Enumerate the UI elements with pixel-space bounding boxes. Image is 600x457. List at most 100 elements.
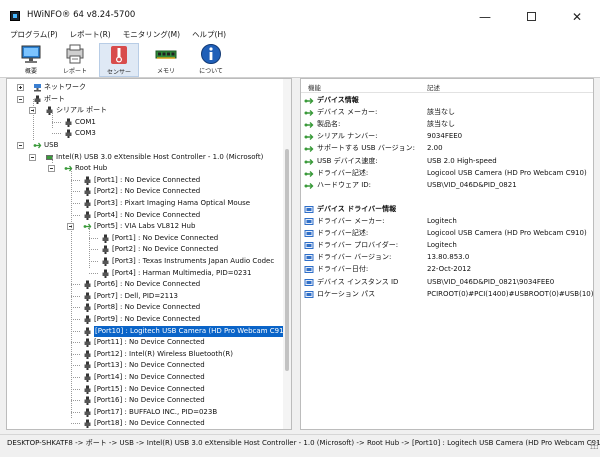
tree-item[interactable]: COM1: [7, 117, 285, 128]
tree-item[interactable]: USB: [7, 140, 285, 151]
panel-splitter[interactable]: [294, 78, 298, 430]
menu-monitoring[interactable]: モニタリング(M): [123, 29, 180, 40]
tree-item[interactable]: [Port2] : No Device Connected: [7, 244, 285, 255]
detail-row[interactable]: ドライバー記述: Logicool USB Camera (HD Pro Webc…: [301, 228, 593, 239]
tree-item[interactable]: [Port4] : Harman Multimedia, PID=0231: [7, 268, 285, 279]
tree-item[interactable]: [Port7] : Dell, PID=2113: [7, 291, 285, 302]
tree-item[interactable]: [Port11] : No Device Connected: [7, 337, 285, 348]
tree-item[interactable]: [Port1] : No Device Connected: [7, 175, 285, 186]
tree-item[interactable]: [Port1] : No Device Connected: [7, 233, 285, 244]
tree-item[interactable]: ポート: [7, 94, 285, 105]
port-icon: [101, 234, 110, 243]
tree-item[interactable]: [Port6] : No Device Connected: [7, 279, 285, 290]
tree-item[interactable]: [Port15] : No Device Connected: [7, 384, 285, 395]
toolbar-summary-button[interactable]: 概要: [11, 43, 51, 77]
tree-item-label: [Port1] : No Device Connected: [94, 175, 201, 184]
detail-label: ドライバー記述:: [317, 229, 369, 238]
detail-row[interactable]: デバイス インスタンス ID USB\VID_046D&PID_0821\9034…: [301, 277, 593, 288]
tree-item[interactable]: [Port8] : No Device Connected: [7, 302, 285, 313]
detail-section-header[interactable]: デバイス ドライバー情報: [301, 204, 593, 215]
detail-label: ドライバー日付:: [317, 265, 369, 274]
tree-scrollbar[interactable]: [283, 79, 291, 429]
tree-item[interactable]: [Port12] : Intel(R) Wireless Bluetooth(R…: [7, 349, 285, 360]
tree-item[interactable]: [Port4] : No Device Connected: [7, 210, 285, 221]
tree-connector: [71, 203, 80, 204]
column-feature-header[interactable]: 機能: [308, 82, 321, 92]
tree-item[interactable]: シリアル ポート: [7, 105, 285, 116]
tree-connector: [71, 330, 80, 332]
driver-icon: [304, 253, 314, 262]
tree-item[interactable]: Root Hub: [7, 163, 285, 174]
usb-icon: [304, 132, 314, 141]
toolbar-sensor-button[interactable]: センサー: [99, 43, 139, 77]
resize-grip-icon[interactable]: [590, 441, 598, 449]
tree-item[interactable]: [Port10] : Logitech USB Camera (HD Pro W…: [7, 324, 291, 338]
tree-expander-icon[interactable]: [17, 142, 24, 149]
detail-value: Logitech: [427, 241, 457, 250]
usb-icon: [304, 181, 314, 190]
detail-row[interactable]: ドライバー記述: Logicool USB Camera (HD Pro Webc…: [301, 168, 593, 179]
detail-row[interactable]: デバイス メーカー: 該当なし: [301, 107, 593, 118]
detail-row[interactable]: シリアル ナンバー: 9034FEE0: [301, 131, 593, 142]
tree-guide-line: [52, 157, 53, 164]
toolbar-report-button[interactable]: レポート: [55, 43, 95, 77]
tree-item[interactable]: [Port14] : No Device Connected: [7, 372, 285, 383]
tree-item[interactable]: [Port3] : Pixart Imaging Hama Optical Mo…: [7, 198, 285, 209]
tree-connector: [71, 214, 80, 216]
tree-expander-icon[interactable]: [17, 95, 24, 103]
tree-item[interactable]: ネットワーク: [7, 82, 285, 93]
menu-program[interactable]: プログラム(P): [10, 29, 58, 40]
tree-item[interactable]: [Port18] : No Device Connected: [7, 418, 285, 429]
detail-value: USB 2.0 High-speed: [427, 156, 497, 165]
driver-icon: [304, 278, 314, 287]
toolbar-about-button[interactable]: について: [191, 43, 231, 77]
detail-row[interactable]: [301, 192, 593, 203]
tree-connector: [71, 353, 80, 355]
tree-guide-line: [33, 99, 34, 140]
port-icon: [101, 269, 110, 278]
port-icon: [83, 361, 92, 371]
column-description-header[interactable]: 記述: [427, 82, 440, 92]
detail-row[interactable]: 製品名: 該当なし: [301, 119, 593, 130]
tree-connector: [52, 121, 61, 123]
tree-expander-icon[interactable]: [48, 165, 55, 173]
tree-connector: [71, 307, 80, 309]
usb-icon: [33, 141, 42, 150]
detail-row[interactable]: ドライバー日付: 22-Oct-2012: [301, 264, 593, 275]
tree-item[interactable]: [Port16] : No Device Connected: [7, 395, 285, 406]
tree-scrollbar-thumb[interactable]: [285, 149, 289, 371]
tree-item[interactable]: Intel(R) USB 3.0 eXtensible Host Control…: [7, 152, 285, 163]
tree-item[interactable]: [Port2] : No Device Connected: [7, 186, 285, 197]
tree-connector: [71, 365, 80, 367]
detail-section-header[interactable]: デバイス情報: [301, 95, 593, 106]
tree-connector: [89, 272, 98, 274]
detail-row[interactable]: サポートする USB バージョン: 2.00: [301, 143, 593, 154]
device-tree[interactable]: ネットワーク ポート シリアル ポート COM1 COM3 USB Intel(R) USB…: [6, 78, 292, 430]
detail-row[interactable]: ハードウェア ID: USB\VID_046D&PID_0821: [301, 180, 593, 191]
tree-item[interactable]: [Port13] : No Device Connected: [7, 360, 285, 371]
tree-connector: [71, 295, 80, 297]
tree-item[interactable]: [Port17] : BUFFALO INC., PID=023B: [7, 407, 285, 418]
toolbar-memory-button[interactable]: メモリ: [146, 43, 186, 77]
tree-item[interactable]: COM3: [7, 128, 285, 139]
tree-item[interactable]: [Port5] : VIA Labs VL812 Hub: [7, 221, 285, 232]
port-icon: [83, 396, 92, 406]
menu-report[interactable]: レポート(R): [70, 29, 111, 40]
detail-panel[interactable]: 機能 記述 デバイス情報 デバイス メーカー: 該当なし 製品名: 該当なし シリアル ナ…: [300, 78, 594, 430]
tree-item[interactable]: [Port3] : Texas Instruments Japan Audio …: [7, 256, 285, 267]
detail-label: USB デバイス速度:: [317, 156, 378, 165]
tree-expander-icon[interactable]: [17, 84, 24, 91]
toolbar-summary-label: 概要: [24, 68, 37, 75]
detail-row[interactable]: ドライバー バージョン: 13.80.853.0: [301, 252, 593, 263]
tree-item-label: [Port3] : Texas Instruments Japan Audio …: [112, 257, 275, 265]
detail-row[interactable]: ロケーション パス PCIROOT(0)#PCI(1400)#USBROOT(0)…: [301, 289, 593, 300]
detail-row[interactable]: ドライバー メーカー: Logitech: [301, 216, 593, 227]
menu-help[interactable]: ヘルプ(H): [192, 29, 226, 40]
detail-label: ドライバー プロバイダー:: [317, 241, 399, 250]
port-icon: [83, 199, 92, 208]
detail-row[interactable]: ドライバー プロバイダー: Logitech: [301, 240, 593, 251]
detail-value: USB\VID_046D&PID_0821\9034FEE0: [427, 277, 555, 286]
tree-expander-icon[interactable]: [29, 153, 36, 161]
tree-item[interactable]: [Port9] : No Device Connected: [7, 314, 285, 325]
detail-row[interactable]: USB デバイス速度: USB 2.0 High-speed: [301, 156, 593, 167]
